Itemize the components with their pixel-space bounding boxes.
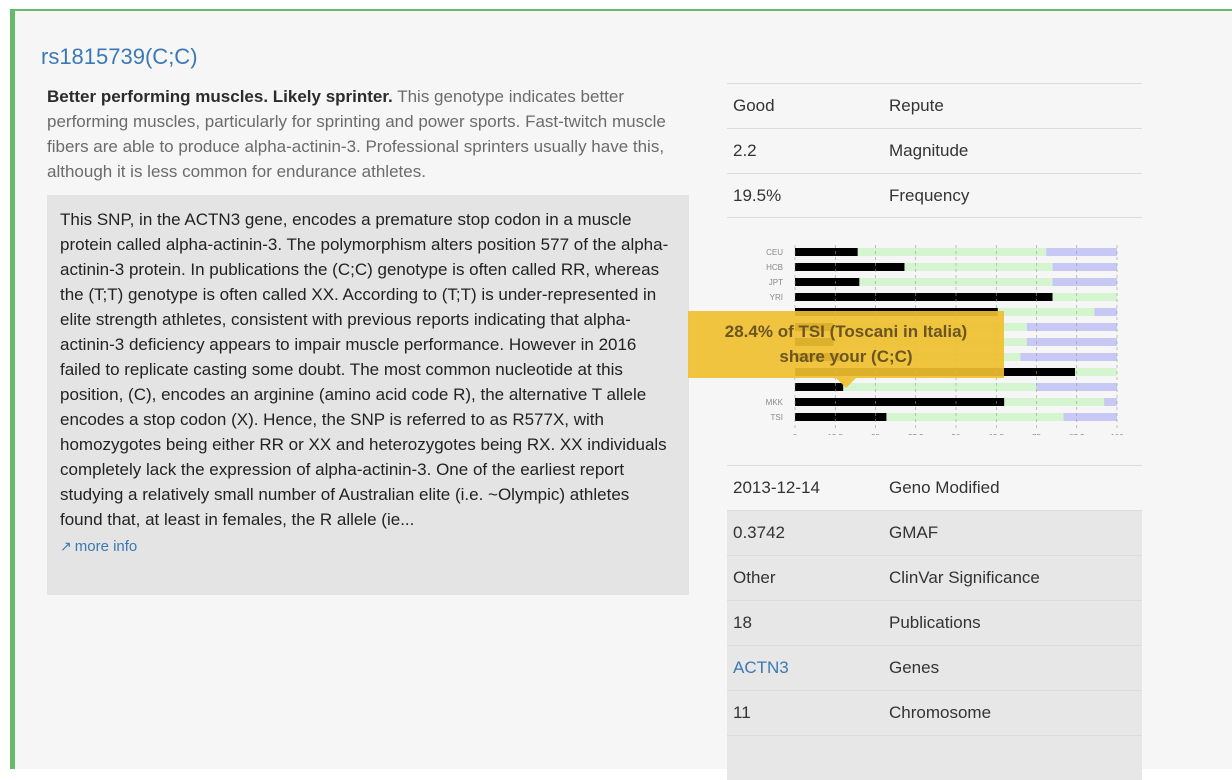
summary-headline: Better performing muscles. Likely sprint… [47, 87, 393, 106]
chart-bar-segment [1026, 323, 1117, 331]
attribute-row [727, 735, 1142, 780]
chart-bar-segment [795, 293, 1053, 301]
description-panel: This SNP, in the ACTN3 gene, encodes a p… [47, 195, 689, 595]
gene-link[interactable]: ACTN3 [733, 658, 789, 677]
chart-category-label: TSI [771, 413, 783, 422]
chart-tick-label: 87.5 [1069, 433, 1085, 435]
attribute-row: 18 Publications [727, 600, 1142, 645]
chart-bar-segment [795, 263, 905, 271]
attributes-table-top: Good Repute 2.2 Magnitude 19.5% Frequenc… [727, 83, 1142, 218]
chart-bar-segment [1075, 368, 1117, 376]
chart-bar-segment [1052, 278, 1117, 286]
chart-bar-segment [843, 383, 1037, 391]
chart-bar-segment [857, 248, 1047, 256]
chart-category-label: JPT [769, 278, 783, 287]
attribute-key: Magnitude [889, 141, 969, 160]
frequency-tooltip: 28.4% of TSI (Toscani in Italia) share y… [688, 311, 1004, 388]
attribute-value: 11 [733, 703, 751, 722]
chart-tick-label: 50 [952, 433, 961, 435]
external-link-icon: ↗ [60, 538, 72, 554]
chart-tick-label: 12.5 [827, 433, 843, 435]
genotype-summary: Better performing muscles. Likely sprint… [47, 84, 677, 184]
chart-bar-segment [1063, 413, 1117, 421]
genotype-title-link[interactable]: rs1815739(C;C) [41, 44, 198, 70]
chart-tick-label: 75 [1032, 433, 1041, 435]
chart-bar-segment [886, 413, 1064, 421]
attributes-table-bottom: 2013-12-14 Geno Modified 0.3742 GMAF Oth… [727, 465, 1142, 780]
attribute-row: 0.3742 GMAF [727, 510, 1142, 555]
attribute-row: 19.5% Frequency [727, 173, 1142, 218]
attribute-key: Genes [889, 658, 940, 677]
chart-bar-segment [1052, 293, 1117, 301]
more-info-link[interactable]: ↗ more info [60, 534, 137, 559]
attribute-value: 19.5% [733, 185, 782, 205]
chart-bar-segment [1020, 353, 1117, 361]
tooltip-line-1: 28.4% of TSI (Toscani in Italia) [724, 322, 968, 341]
attribute-value: 0.3742 [733, 523, 785, 542]
chart-bar-segment [795, 398, 1005, 406]
chart-category-label: YRI [770, 293, 783, 302]
chart-bar-segment [1004, 398, 1105, 406]
attribute-key: Repute [889, 96, 944, 115]
chart-tick-label: 100 [1110, 433, 1124, 435]
chart-bar-segment [795, 248, 858, 256]
chart-tick-label: 37.5 [908, 433, 924, 435]
attribute-row: ACTN3 Genes [727, 645, 1142, 690]
chart-tick-label: 62.5 [988, 433, 1004, 435]
attribute-key: GMAF [889, 523, 939, 542]
attribute-key: ClinVar Significance [889, 568, 1040, 587]
chart-bar-segment [1046, 248, 1117, 256]
chart-bar-segment [795, 278, 860, 286]
attribute-value: Good [733, 96, 775, 115]
attribute-value: 2013-12-14 [733, 478, 820, 497]
description-text: This SNP, in the ACTN3 gene, encodes a p… [60, 210, 669, 529]
attribute-key: Geno Modified [889, 478, 1000, 497]
attribute-row: 2013-12-14 Geno Modified [727, 465, 1142, 510]
chart-bar-segment [1094, 308, 1117, 316]
chart-bar-segment [997, 308, 1095, 316]
attribute-key: Frequency [889, 185, 970, 205]
attribute-key: Chromosome [889, 703, 992, 722]
chart-category-label: CEU [766, 248, 783, 257]
chart-bar-segment [1026, 338, 1117, 346]
chart-bar-segment [904, 263, 1053, 271]
more-info-label: more info [74, 538, 138, 555]
attribute-row: 2.2 Magnitude [727, 128, 1142, 173]
attribute-row: 11 Chromosome [727, 690, 1142, 735]
attribute-key: Publications [889, 613, 981, 632]
chart-tick-label: 25 [871, 433, 880, 435]
attribute-value: 2.2 [733, 141, 757, 160]
tooltip-line-2: share your (C;C) [779, 347, 913, 366]
tooltip-arrow [836, 378, 856, 388]
chart-bar-segment [1104, 398, 1117, 406]
chart-category-label: MKK [766, 398, 784, 407]
attribute-value: Other [733, 568, 776, 587]
attribute-value: 18 [733, 613, 752, 632]
chart-bar-segment [1052, 263, 1117, 271]
attribute-row: Good Repute [727, 83, 1142, 128]
chart-bar-segment [795, 413, 887, 421]
attribute-row: Other ClinVar Significance [727, 555, 1142, 600]
chart-tick-label: 0 [793, 433, 798, 435]
chart-category-label: HCB [766, 263, 783, 272]
